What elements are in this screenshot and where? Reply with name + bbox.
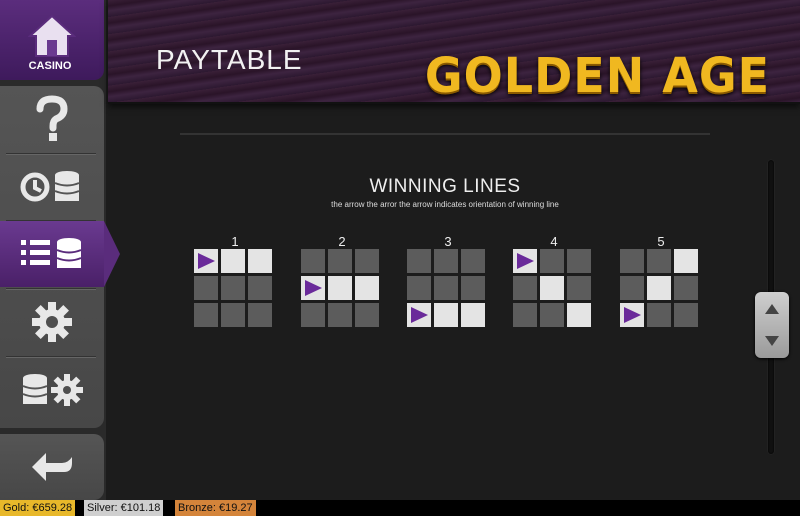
winning-line-3: 3 [407,234,489,327]
line-cell [434,303,458,327]
coins-gear-icon [22,374,83,406]
line-start-arrow-icon [194,249,218,273]
line-cell [355,303,379,327]
line-cell [567,303,591,327]
line-cell [647,303,671,327]
line-cell [513,303,537,327]
line-cell [620,276,644,300]
sidebar-menu [0,86,120,428]
line-grid [407,249,489,327]
line-start-arrow-icon [620,303,644,327]
casino-label: CASINO [28,60,72,72]
line-cell [221,303,245,327]
history-coins-icon [20,171,80,202]
gear-icon [32,302,72,342]
line-start-arrow-icon [513,249,537,273]
winning-line-4: 4 [513,234,595,327]
line-cell [248,303,272,327]
line-grid [620,249,702,327]
line-cell [674,249,698,273]
casino-button[interactable]: CASINO [0,0,104,80]
sidebar-item-help[interactable] [0,86,104,152]
line-number: 3 [444,234,452,249]
home-icon [28,14,76,57]
line-cell [194,303,218,327]
line-cell [328,249,352,273]
line-cell [194,276,218,300]
line-cell [407,249,431,273]
line-cell [301,249,325,273]
sidebar-item-back[interactable] [0,434,104,500]
line-cell [513,276,537,300]
winning-line-5: 5 [620,234,702,327]
line-cell [434,249,458,273]
winning-line-2: 2 [301,234,383,327]
back-arrow-icon [32,453,72,481]
sidebar-item-settings[interactable] [0,289,104,355]
balance-bar: Gold: €659.28 Silver: €101.18 Bronze: €1… [0,500,800,516]
divider [180,133,710,135]
line-cell [567,249,591,273]
sidebar: CASINO [0,0,120,500]
scroll-down-icon[interactable] [765,336,779,346]
page-title: PAYTABLE [156,44,303,75]
line-cell [248,249,272,273]
sidebar-item-history[interactable] [0,154,104,220]
line-number: 2 [338,234,346,249]
silver-balance: Silver: €101.18 [84,500,164,516]
line-cell [355,276,379,300]
line-cell [221,276,245,300]
line-cell [540,303,564,327]
line-cell [461,303,485,327]
bronze-balance: Bronze: €19.27 [175,500,256,516]
line-number: 4 [550,234,558,249]
line-cell [461,276,485,300]
line-grid [301,249,383,327]
line-cell [221,249,245,273]
line-cell [461,249,485,273]
winning-line-1: 1 [194,234,276,327]
line-cell [248,276,272,300]
line-cell [674,276,698,300]
line-cell [434,276,458,300]
line-cell [620,249,644,273]
list-coins-icon [21,238,82,268]
line-cell [540,276,564,300]
line-cell [647,249,671,273]
line-cell [647,276,671,300]
section-subtitle: the arrow the arror the arrow indicates … [331,200,559,209]
line-cell [407,276,431,300]
line-grid [513,249,595,327]
header: PAYTABLE GOLDEN AGE [108,0,800,104]
line-cell [355,249,379,273]
line-start-arrow-icon [407,303,431,327]
line-cell [328,276,352,300]
sidebar-item-paytable[interactable] [0,221,120,287]
line-cell [301,303,325,327]
sidebar-item-bet-settings[interactable] [0,357,104,423]
line-number: 5 [657,234,665,249]
scroll-up-icon[interactable] [765,304,779,314]
line-cell [567,276,591,300]
game-logo: GOLDEN AGE [424,46,770,104]
section-title: WINNING LINES [369,176,521,197]
question-icon [36,95,68,141]
line-number: 1 [231,234,239,249]
gold-balance: Gold: €659.28 [0,500,76,516]
scroll-buttons[interactable] [755,292,789,358]
line-cell [674,303,698,327]
line-grid [194,249,276,327]
line-cell [540,249,564,273]
line-cell [328,303,352,327]
line-start-arrow-icon [301,276,325,300]
